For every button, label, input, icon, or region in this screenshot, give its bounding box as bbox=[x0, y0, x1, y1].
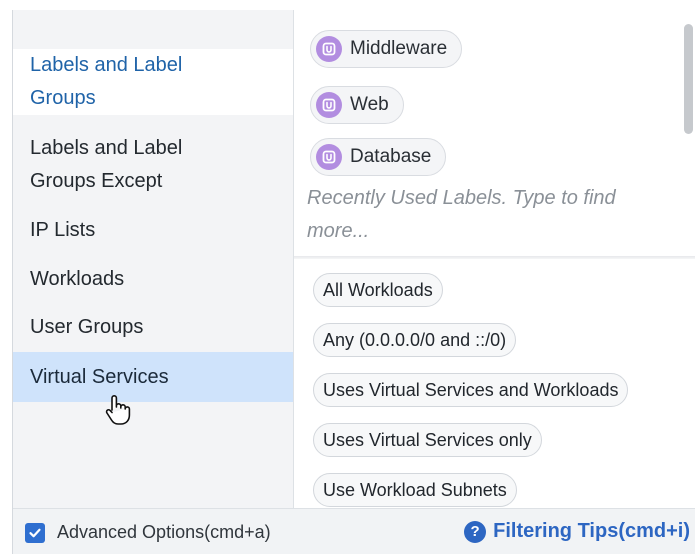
option-any-ip[interactable]: Any (0.0.0.0/0 and ::/0) bbox=[313, 323, 517, 357]
labels-hint: Recently Used Labels. Type to find more.… bbox=[307, 187, 616, 242]
advanced-options-checkbox[interactable] bbox=[25, 523, 45, 543]
checkmark-icon bbox=[29, 528, 41, 538]
category-user-groups[interactable]: User Groups bbox=[13, 311, 293, 344]
section-divider bbox=[294, 256, 695, 259]
category-ip-lists[interactable]: IP Lists bbox=[13, 214, 293, 247]
category-label: IP Lists bbox=[30, 219, 96, 241]
category-label: Workloads bbox=[30, 268, 125, 290]
category-list: Labels and Label Groups Labels and Label… bbox=[13, 10, 294, 508]
label-chip-text: Middleware bbox=[350, 38, 448, 59]
option-uses-virtual-services-only[interactable]: Uses Virtual Services only bbox=[313, 423, 542, 457]
option-all-workloads[interactable]: All Workloads bbox=[313, 273, 443, 307]
category-label: Labels and Label Groups bbox=[30, 54, 183, 109]
advanced-options-label[interactable]: Advanced Options(cmd+a) bbox=[57, 522, 271, 543]
label-tag-icon bbox=[316, 144, 342, 170]
category-labels-and-label-groups[interactable]: Labels and Label Groups bbox=[13, 49, 293, 115]
option-uses-virtual-services-and-workloads[interactable]: Uses Virtual Services and Workloads bbox=[313, 373, 629, 407]
filter-popup: Labels and Label Groups Labels and Label… bbox=[12, 10, 695, 554]
label-chip-database[interactable]: Database bbox=[310, 138, 447, 176]
options-panel: Middleware Web Database Recently Used La… bbox=[294, 10, 695, 508]
category-label: Virtual Services bbox=[30, 366, 169, 388]
filtering-tips-label: Filtering Tips(cmd+i) bbox=[493, 520, 690, 542]
label-tag-icon bbox=[316, 36, 342, 62]
option-use-workload-subnets[interactable]: Use Workload Subnets bbox=[313, 473, 517, 507]
label-chip-text: Web bbox=[350, 94, 389, 115]
labels-scrollbar-thumb[interactable] bbox=[684, 24, 693, 134]
hand-pointer-cursor-icon bbox=[105, 395, 131, 425]
filtering-tips-link[interactable]: ? Filtering Tips(cmd+i) bbox=[464, 520, 690, 543]
category-labels-and-label-groups-except[interactable]: Labels and Label Groups Except bbox=[13, 132, 293, 198]
label-chip-web[interactable]: Web bbox=[310, 86, 404, 124]
label-chip-text: Database bbox=[350, 146, 432, 167]
popup-footer: Advanced Options(cmd+a) ? Filtering Tips… bbox=[13, 508, 695, 554]
category-workloads[interactable]: Workloads bbox=[13, 263, 293, 296]
labels-list: Middleware Web Database Recently Used La… bbox=[294, 10, 695, 255]
label-chip-middleware[interactable]: Middleware bbox=[310, 30, 463, 68]
label-tag-icon bbox=[316, 92, 342, 118]
category-label: Labels and Label Groups Except bbox=[30, 137, 183, 192]
category-label: User Groups bbox=[30, 316, 144, 338]
category-virtual-services[interactable]: Virtual Services bbox=[13, 352, 293, 402]
help-question-icon: ? bbox=[464, 520, 487, 543]
